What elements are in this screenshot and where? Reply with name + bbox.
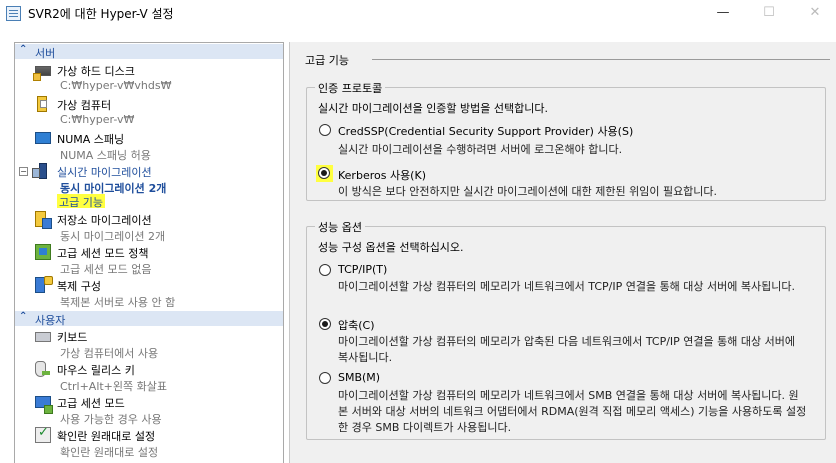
tcpip-label[interactable]: TCP/IP(T) bbox=[338, 263, 387, 276]
compression-label[interactable]: 압축(C) bbox=[338, 317, 375, 333]
tree-item-value: 복제본 서버로 사용 안 함 bbox=[60, 296, 176, 309]
minimize-button[interactable]: — bbox=[700, 0, 746, 28]
tree-item-value: 동시 마이그레이션 2개 bbox=[60, 230, 166, 243]
credssp-label[interactable]: CredSSP(Credential Security Support Prov… bbox=[338, 123, 633, 139]
tree-item-label: 고급 세션 모드 정책 bbox=[57, 247, 149, 260]
tree-item-value: 사용 가능한 경우 사용 bbox=[60, 413, 162, 426]
kerberos-description: 이 방식은 보다 안전하지만 실시간 마이그레이션에 대한 제한된 위임이 필요… bbox=[338, 185, 718, 198]
credssp-description: 실시간 마이그레이션을 수행하려면 서버에 로그온해야 합니다. bbox=[338, 143, 623, 156]
tree-item-replication[interactable]: 복제 구성 복제본 서버로 사용 안 함 bbox=[15, 276, 283, 311]
tcpip-description: 마이그레이션할 가상 컴퓨터의 메모리가 네트워크에서 TCP/IP 연결을 통… bbox=[338, 280, 795, 293]
tree-item-mouse-release-key[interactable]: 마우스 릴리스 키 Ctrl+Alt+왼쪽 화살표 bbox=[15, 361, 283, 395]
tree-item-label: 가상 컴퓨터 bbox=[57, 99, 112, 112]
replication-icon bbox=[35, 276, 53, 293]
tree-item-label: 확인란 원래대로 설정 bbox=[57, 430, 156, 443]
tree-item-label: 실시간 마이그레이션 bbox=[57, 166, 152, 179]
numa-icon bbox=[35, 132, 51, 144]
tree-item-label: 마우스 릴리스 키 bbox=[57, 364, 135, 377]
tree-item-label: 고급 세션 모드 bbox=[57, 397, 125, 410]
smb-radio[interactable] bbox=[319, 372, 331, 384]
tree-item-value: 가상 컴퓨터에서 사용 bbox=[60, 347, 159, 360]
compression-description: 마이그레이션할 가상 컴퓨터의 메모리가 압축된 다음 네트워크에서 TCP/I… bbox=[338, 335, 795, 364]
session-policy-icon bbox=[35, 244, 51, 260]
heading-divider bbox=[372, 59, 830, 60]
section-label-user: 사용자 bbox=[35, 314, 66, 327]
section-label-server: 서버 bbox=[35, 47, 56, 60]
hard-disk-icon bbox=[33, 66, 51, 81]
tree-item-enhanced-session[interactable]: 고급 세션 모드 사용 가능한 경우 사용 bbox=[15, 394, 283, 428]
section-header-server[interactable]: ⌃ 서버 bbox=[15, 44, 283, 60]
collapse-toggle[interactable]: − bbox=[19, 167, 28, 176]
tcpip-radio[interactable] bbox=[319, 264, 331, 276]
enhanced-session-icon bbox=[35, 396, 53, 414]
smb-label[interactable]: SMB(M) bbox=[338, 371, 380, 384]
group-instruction: 성능 구성 옵션을 선택하십시오. bbox=[318, 241, 464, 254]
tree-item-label: 가상 하드 디스크 bbox=[57, 65, 135, 78]
tree-item-live-migration[interactable]: − 실시간 마이그레이션 동시 마이그레이션 2개 bbox=[15, 163, 283, 197]
tree-item-numa-spanning[interactable]: NUMA 스패닝 NUMA 스패닝 허용 bbox=[15, 130, 283, 164]
window-title: SVR2에 대한 Hyper-V 설정 bbox=[28, 7, 174, 21]
tree-item-value: Ctrl+Alt+왼쪽 화살표 bbox=[60, 380, 167, 393]
settings-detail-panel: 고급 기능 인증 프로토콜 실시간 마이그레이션을 인증할 방법을 선택합니다.… bbox=[289, 42, 836, 463]
auth-protocol-group: 인증 프로토콜 실시간 마이그레이션을 인증할 방법을 선택합니다. CredS… bbox=[306, 80, 826, 201]
kerberos-label[interactable]: Kerberos 사용(K) bbox=[338, 167, 426, 183]
credssp-radio[interactable] bbox=[319, 124, 331, 136]
maximize-button[interactable]: ☐ bbox=[746, 0, 792, 28]
tree-item-value: NUMA 스패닝 허용 bbox=[60, 149, 151, 162]
tree-item-keyboard[interactable]: 키보드 가상 컴퓨터에서 사용 bbox=[15, 328, 283, 362]
tree-item-virtual-hard-disks[interactable]: 가상 하드 디스크 C:₩hyper-v₩vhds₩ bbox=[15, 62, 283, 96]
tree-item-label: 저장소 마이그레이션 bbox=[57, 214, 152, 227]
storage-migration-icon bbox=[35, 211, 52, 229]
kerberos-radio-highlight bbox=[316, 165, 333, 182]
mouse-icon bbox=[35, 361, 50, 377]
performance-options-group: 성능 옵션 성능 구성 옵션을 선택하십시오. TCP/IP(T) 마이그레이션… bbox=[306, 219, 826, 440]
tree-item-value: 고급 세션 모드 없음 bbox=[60, 263, 152, 276]
reset-checkbox-icon bbox=[35, 425, 51, 443]
chevron-up-icon[interactable]: ⌃ bbox=[19, 311, 27, 322]
hyper-v-settings-icon bbox=[6, 6, 21, 21]
compression-radio[interactable] bbox=[319, 318, 331, 330]
tree-item-value: C:₩hyper-v₩vhds₩ bbox=[60, 79, 172, 92]
tree-item-advanced-features[interactable]: 고급 기능 bbox=[57, 194, 105, 209]
group-instruction: 실시간 마이그레이션을 인증할 방법을 선택합니다. bbox=[318, 102, 549, 115]
virtual-machine-icon bbox=[37, 96, 47, 112]
live-migration-icon bbox=[32, 163, 47, 179]
kerberos-radio[interactable] bbox=[318, 167, 330, 179]
tree-item-label: NUMA 스패닝 bbox=[57, 133, 125, 146]
tree-item-label: 복제 구성 bbox=[57, 280, 101, 293]
tree-item-label: 키보드 bbox=[57, 331, 88, 344]
tree-item-value: 확인란 원래대로 설정 bbox=[60, 446, 159, 459]
title-bar: SVR2에 대한 Hyper-V 설정 — ☐ ✕ bbox=[0, 0, 836, 28]
tree-item-value: C:₩hyper-v₩ bbox=[60, 113, 135, 126]
tree-item-virtual-machines[interactable]: 가상 컴퓨터 C:₩hyper-v₩ bbox=[15, 96, 283, 130]
tree-item-storage-migration[interactable]: 저장소 마이그레이션 동시 마이그레이션 2개 bbox=[15, 211, 283, 245]
group-title: 성능 옵션 bbox=[315, 219, 365, 235]
tree-item-reset-checkboxes[interactable]: 확인란 원래대로 설정 확인란 원래대로 설정 bbox=[15, 425, 283, 461]
tree-item-enhanced-session-policy[interactable]: 고급 세션 모드 정책 고급 세션 모드 없음 bbox=[15, 244, 283, 278]
keyboard-icon bbox=[35, 332, 51, 342]
section-header-user[interactable]: ⌃ 사용자 bbox=[15, 311, 283, 327]
close-button[interactable]: ✕ bbox=[792, 0, 836, 28]
group-title: 인증 프로토콜 bbox=[315, 80, 386, 96]
settings-tree[interactable]: ⌃ 서버 가상 하드 디스크 C:₩hyper-v₩vhds₩ 가상 컴퓨터 C… bbox=[14, 42, 284, 463]
page-title: 고급 기능 bbox=[305, 54, 349, 67]
smb-description: 마이그레이션할 가상 컴퓨터의 메모리가 네트워크에서 SMB 연결을 통해 대… bbox=[338, 389, 807, 434]
chevron-up-icon[interactable]: ⌃ bbox=[19, 44, 27, 55]
